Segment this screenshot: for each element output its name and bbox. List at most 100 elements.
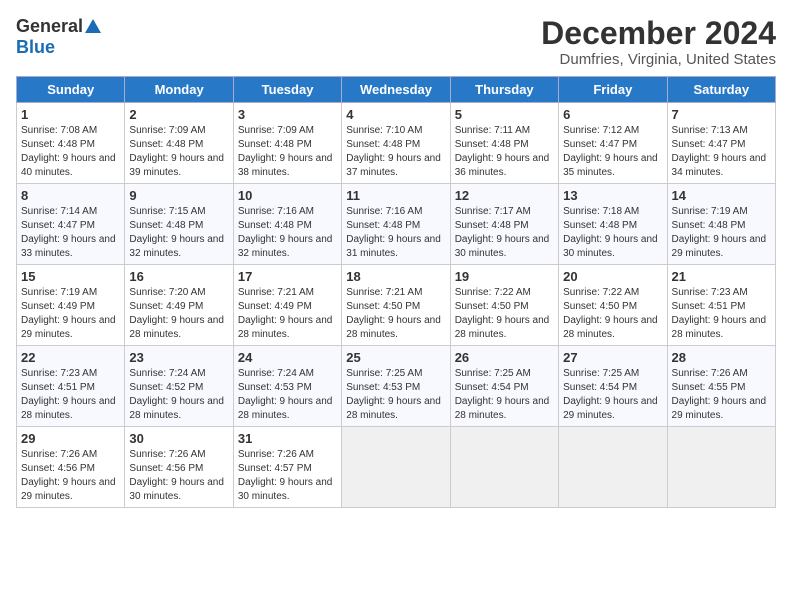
calendar-cell: 18 Sunrise: 7:21 AMSunset: 4:50 PMDayligh…: [342, 265, 450, 346]
sun-info: Sunrise: 7:25 AMSunset: 4:53 PMDaylight:…: [346, 367, 445, 423]
sun-info: Sunrise: 7:24 AMSunset: 4:53 PMDaylight:…: [238, 367, 337, 423]
calendar-table: SundayMondayTuesdayWednesdayThursdayFrid…: [16, 76, 776, 508]
sun-info: Sunrise: 7:09 AMSunset: 4:48 PMDaylight:…: [238, 124, 337, 180]
day-number: 26: [455, 350, 554, 365]
calendar-cell: [450, 427, 558, 508]
calendar-cell: [559, 427, 667, 508]
day-number: 13: [563, 188, 662, 203]
calendar-cell: 27 Sunrise: 7:25 AMSunset: 4:54 PMDayligh…: [559, 346, 667, 427]
calendar-cell: 10Sunrise: 7:16 AMSunset: 4:48 PMDayligh…: [233, 184, 341, 265]
calendar-cell: 3 Sunrise: 7:09 AMSunset: 4:48 PMDaylight…: [233, 103, 341, 184]
sun-info: Sunrise: 7:16 AMSunset: 4:48 PMDaylight:…: [346, 205, 445, 261]
day-number: 5: [455, 107, 554, 122]
day-number: 29: [21, 431, 120, 446]
day-of-week-header: Sunday: [17, 77, 125, 103]
calendar-cell: 23 Sunrise: 7:24 AMSunset: 4:52 PMDayligh…: [125, 346, 233, 427]
calendar-cell: 24 Sunrise: 7:24 AMSunset: 4:53 PMDayligh…: [233, 346, 341, 427]
calendar-cell: 22 Sunrise: 7:23 AMSunset: 4:51 PMDayligh…: [17, 346, 125, 427]
calendar-week-row: 15 Sunrise: 7:19 AMSunset: 4:49 PMDayligh…: [17, 265, 776, 346]
calendar-cell: 20Sunrise: 7:22 AMSunset: 4:50 PMDayligh…: [559, 265, 667, 346]
header-row: SundayMondayTuesdayWednesdayThursdayFrid…: [17, 77, 776, 103]
day-number: 3: [238, 107, 337, 122]
calendar-cell: 28 Sunrise: 7:26 AMSunset: 4:55 PMDayligh…: [667, 346, 775, 427]
day-number: 15: [21, 269, 120, 284]
day-number: 6: [563, 107, 662, 122]
day-number: 4: [346, 107, 445, 122]
day-number: 21: [672, 269, 771, 284]
calendar-cell: 4 Sunrise: 7:10 AMSunset: 4:48 PMDaylight…: [342, 103, 450, 184]
sun-info: Sunrise: 7:26 AMSunset: 4:55 PMDaylight:…: [672, 367, 771, 423]
day-number: 27: [563, 350, 662, 365]
sun-info: Sunrise: 7:26 AMSunset: 4:57 PMDaylight:…: [238, 448, 337, 504]
calendar-cell: 16Sunrise: 7:20 AMSunset: 4:49 PMDayligh…: [125, 265, 233, 346]
day-of-week-header: Wednesday: [342, 77, 450, 103]
sun-info: Sunrise: 7:13 AMSunset: 4:47 PMDaylight:…: [672, 124, 771, 180]
sun-info: Sunrise: 7:12 AMSunset: 4:47 PMDaylight:…: [563, 124, 662, 180]
calendar-cell: 29 Sunrise: 7:26 AMSunset: 4:56 PMDayligh…: [17, 427, 125, 508]
calendar-cell: 1Sunrise: 7:08 AMSunset: 4:48 PMDaylight…: [17, 103, 125, 184]
logo-blue-text: Blue: [16, 37, 55, 58]
sun-info: Sunrise: 7:08 AMSunset: 4:48 PMDaylight:…: [21, 124, 120, 180]
calendar-cell: 13Sunrise: 7:18 AMSunset: 4:48 PMDayligh…: [559, 184, 667, 265]
sun-info: Sunrise: 7:26 AMSunset: 4:56 PMDaylight:…: [21, 448, 120, 504]
sun-info: Sunrise: 7:21 AMSunset: 4:49 PMDaylight:…: [238, 286, 337, 342]
calendar-cell: [342, 427, 450, 508]
logo-triangle-icon: [85, 19, 101, 33]
sun-info: Sunrise: 7:17 AMSunset: 4:48 PMDaylight:…: [455, 205, 554, 261]
calendar-cell: 6 Sunrise: 7:12 AMSunset: 4:47 PMDaylight…: [559, 103, 667, 184]
logo: General Blue: [16, 16, 101, 58]
sun-info: Sunrise: 7:19 AMSunset: 4:48 PMDaylight:…: [672, 205, 771, 261]
day-of-week-header: Monday: [125, 77, 233, 103]
calendar-cell: 9 Sunrise: 7:15 AMSunset: 4:48 PMDaylight…: [125, 184, 233, 265]
day-number: 23: [129, 350, 228, 365]
day-number: 17: [238, 269, 337, 284]
calendar-cell: 7 Sunrise: 7:13 AMSunset: 4:47 PMDaylight…: [667, 103, 775, 184]
day-number: 9: [129, 188, 228, 203]
calendar-week-row: 1Sunrise: 7:08 AMSunset: 4:48 PMDaylight…: [17, 103, 776, 184]
calendar-cell: 31Sunrise: 7:26 AMSunset: 4:57 PMDayligh…: [233, 427, 341, 508]
day-number: 7: [672, 107, 771, 122]
sun-info: Sunrise: 7:19 AMSunset: 4:49 PMDaylight:…: [21, 286, 120, 342]
calendar-cell: 30Sunrise: 7:26 AMSunset: 4:56 PMDayligh…: [125, 427, 233, 508]
location: Dumfries, Virginia, United States: [541, 51, 776, 68]
day-number: 30: [129, 431, 228, 446]
day-number: 24: [238, 350, 337, 365]
day-number: 22: [21, 350, 120, 365]
day-of-week-header: Friday: [559, 77, 667, 103]
calendar-cell: 12Sunrise: 7:17 AMSunset: 4:48 PMDayligh…: [450, 184, 558, 265]
header: General Blue December 2024 Dumfries, Vir…: [16, 16, 776, 68]
calendar-cell: 19Sunrise: 7:22 AMSunset: 4:50 PMDayligh…: [450, 265, 558, 346]
calendar-cell: 26Sunrise: 7:25 AMSunset: 4:54 PMDayligh…: [450, 346, 558, 427]
sun-info: Sunrise: 7:11 AMSunset: 4:48 PMDaylight:…: [455, 124, 554, 180]
day-number: 19: [455, 269, 554, 284]
day-number: 16: [129, 269, 228, 284]
sun-info: Sunrise: 7:23 AMSunset: 4:51 PMDaylight:…: [21, 367, 120, 423]
title-block: December 2024 Dumfries, Virginia, United…: [541, 16, 776, 68]
day-number: 20: [563, 269, 662, 284]
day-number: 28: [672, 350, 771, 365]
day-number: 14: [672, 188, 771, 203]
sun-info: Sunrise: 7:10 AMSunset: 4:48 PMDaylight:…: [346, 124, 445, 180]
sun-info: Sunrise: 7:24 AMSunset: 4:52 PMDaylight:…: [129, 367, 228, 423]
day-of-week-header: Tuesday: [233, 77, 341, 103]
sun-info: Sunrise: 7:25 AMSunset: 4:54 PMDaylight:…: [563, 367, 662, 423]
day-of-week-header: Saturday: [667, 77, 775, 103]
calendar-week-row: 22 Sunrise: 7:23 AMSunset: 4:51 PMDayligh…: [17, 346, 776, 427]
day-number: 2: [129, 107, 228, 122]
day-number: 18: [346, 269, 445, 284]
logo-general-text: General: [16, 16, 83, 37]
day-number: 8: [21, 188, 120, 203]
page: General Blue December 2024 Dumfries, Vir…: [0, 0, 792, 516]
sun-info: Sunrise: 7:21 AMSunset: 4:50 PMDaylight:…: [346, 286, 445, 342]
sun-info: Sunrise: 7:15 AMSunset: 4:48 PMDaylight:…: [129, 205, 228, 261]
day-number: 25: [346, 350, 445, 365]
day-of-week-header: Thursday: [450, 77, 558, 103]
sun-info: Sunrise: 7:16 AMSunset: 4:48 PMDaylight:…: [238, 205, 337, 261]
calendar-cell: 15 Sunrise: 7:19 AMSunset: 4:49 PMDayligh…: [17, 265, 125, 346]
calendar-cell: 8 Sunrise: 7:14 AMSunset: 4:47 PMDaylight…: [17, 184, 125, 265]
sun-info: Sunrise: 7:14 AMSunset: 4:47 PMDaylight:…: [21, 205, 120, 261]
calendar-week-row: 8 Sunrise: 7:14 AMSunset: 4:47 PMDaylight…: [17, 184, 776, 265]
day-number: 11: [346, 188, 445, 203]
calendar-cell: 2Sunrise: 7:09 AMSunset: 4:48 PMDaylight…: [125, 103, 233, 184]
calendar-cell: 14 Sunrise: 7:19 AMSunset: 4:48 PMDayligh…: [667, 184, 775, 265]
